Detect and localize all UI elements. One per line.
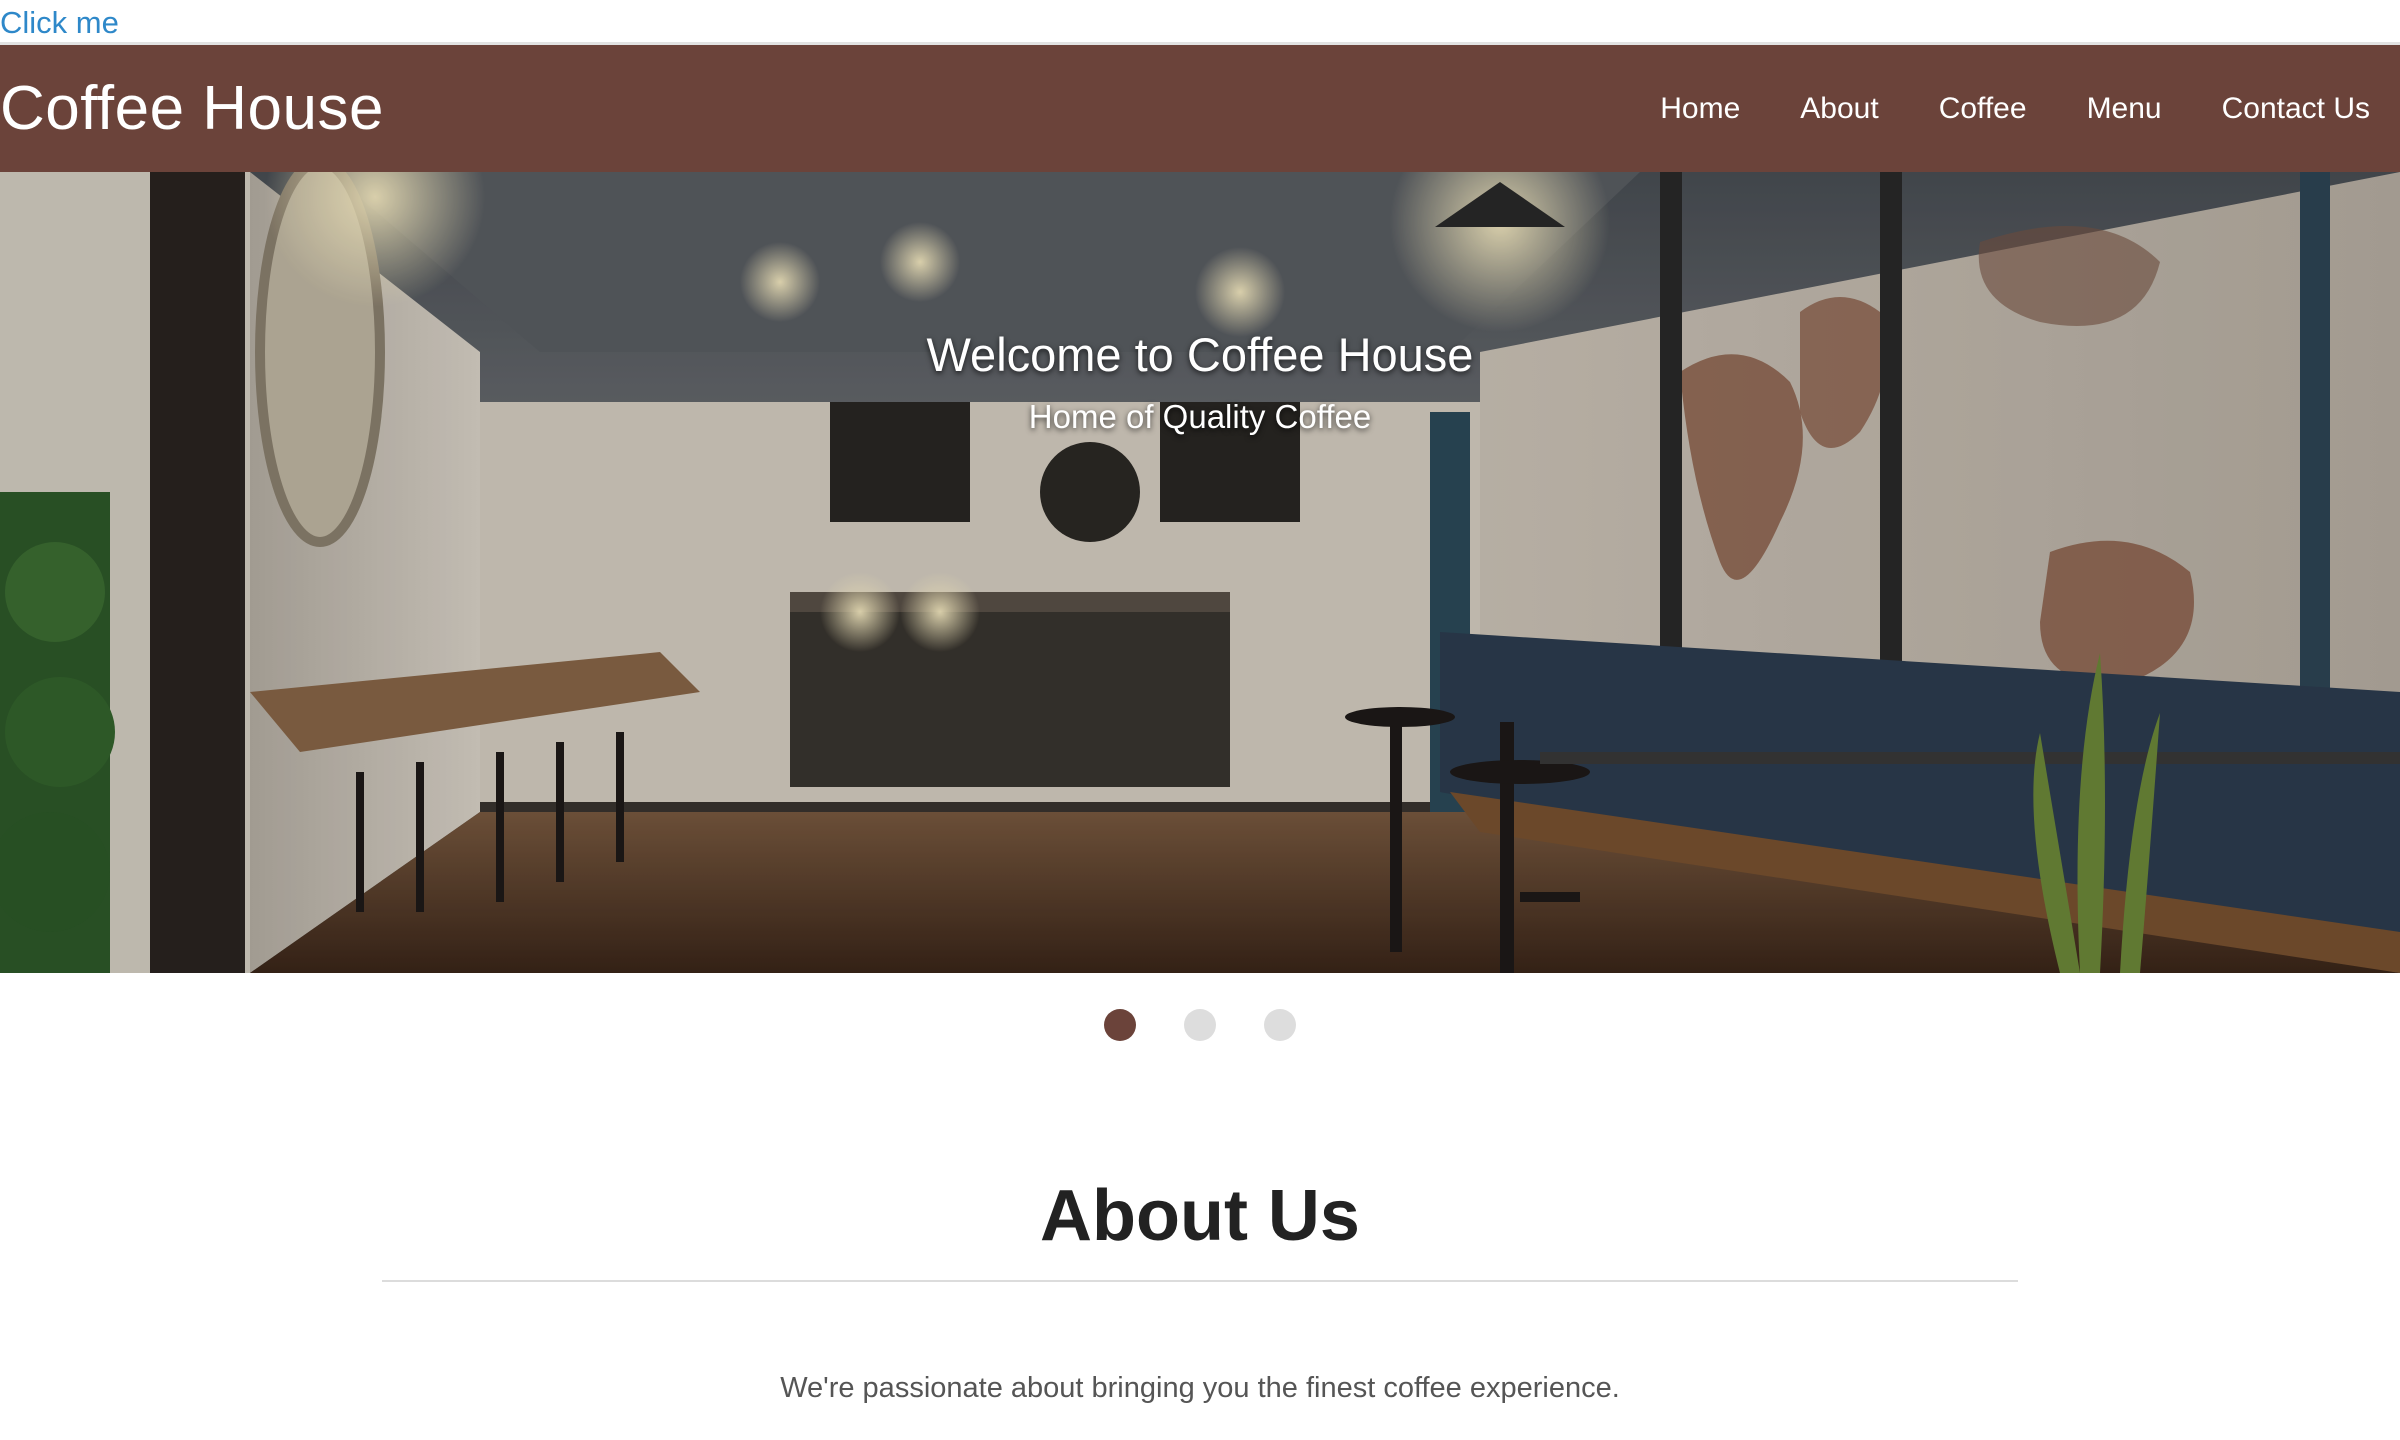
- hero-subtitle: Home of Quality Coffee: [1028, 398, 1372, 436]
- hero-carousel[interactable]: Welcome to Coffee House Home of Quality …: [0, 172, 2400, 973]
- nav-link-coffee[interactable]: Coffee: [1939, 93, 2027, 124]
- carousel-dot-2[interactable]: [1184, 1009, 1216, 1041]
- hero-caption: Welcome to Coffee House Home of Quality …: [0, 327, 2400, 437]
- carousel-indicators: [0, 1009, 2400, 1041]
- hero-title: Welcome to Coffee House: [926, 328, 1474, 381]
- carousel-dot-1[interactable]: [1104, 1009, 1136, 1041]
- nav-link-contact-us[interactable]: Contact Us: [2222, 93, 2370, 124]
- about-title: About Us: [382, 1180, 2018, 1282]
- click-me-link[interactable]: Click me: [0, 4, 119, 42]
- nav-link-about[interactable]: About: [1800, 93, 1878, 124]
- hero-cafe-image: [0, 172, 2400, 973]
- nav-menu: Home About Coffee Menu Contact Us: [1660, 93, 2400, 124]
- brand-logo[interactable]: Coffee House: [0, 77, 384, 140]
- navbar: Coffee House Home About Coffee Menu Cont…: [0, 45, 2400, 172]
- carousel-dot-3[interactable]: [1264, 1009, 1296, 1041]
- nav-link-home[interactable]: Home: [1660, 93, 1740, 124]
- about-text: We're passionate about bringing you the …: [780, 1372, 1620, 1404]
- about-section: About Us We're passionate about bringing…: [382, 1180, 2018, 1408]
- nav-link-menu[interactable]: Menu: [2087, 93, 2162, 124]
